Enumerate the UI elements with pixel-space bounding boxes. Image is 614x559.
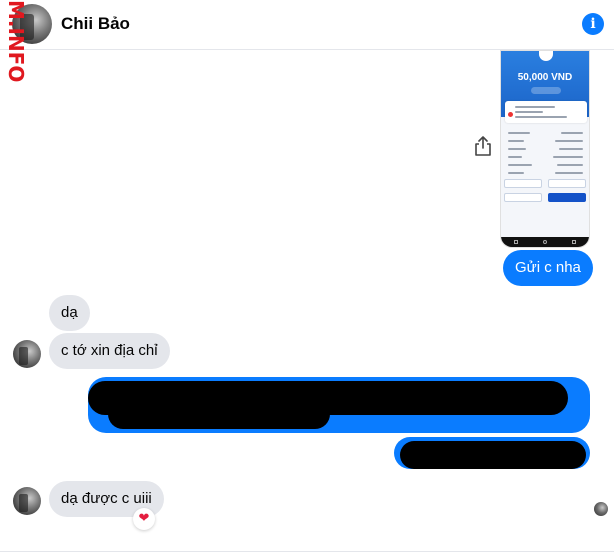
contact-avatar-small[interactable] [13, 487, 41, 515]
info-icon[interactable]: i [582, 13, 604, 35]
composer-divider [0, 551, 614, 552]
contact-avatar-small[interactable] [13, 340, 41, 368]
outgoing-message-redacted[interactable] [88, 377, 590, 433]
transfer-amount: 50,000 VND [517, 72, 573, 83]
outgoing-message-redacted[interactable] [394, 437, 590, 469]
transfer-details [505, 129, 587, 177]
share-icon[interactable] [474, 136, 492, 156]
outgoing-message[interactable]: Gửi c nha [503, 250, 593, 286]
incoming-message[interactable]: dạ [49, 295, 90, 331]
watermark-text: M.INFO [4, 0, 28, 83]
check-icon [539, 51, 553, 61]
contact-name[interactable]: Chii Bảo [61, 14, 130, 34]
chat-header: Chii Bảo i [0, 0, 614, 50]
redaction [400, 441, 586, 469]
heart-icon[interactable]: ❤ [133, 508, 155, 530]
read-receipt-avatar [594, 502, 608, 516]
watermark: M.INFO [4, 0, 30, 92]
incoming-message[interactable]: c tớ xin địa chỉ [49, 333, 170, 369]
share-pill [531, 87, 561, 94]
phone-nav-bar [501, 237, 589, 247]
recipient-card [505, 101, 587, 123]
bank-logo-icon [508, 112, 513, 117]
redaction [108, 399, 330, 429]
image-message[interactable]: 50,000 VND [500, 50, 590, 248]
